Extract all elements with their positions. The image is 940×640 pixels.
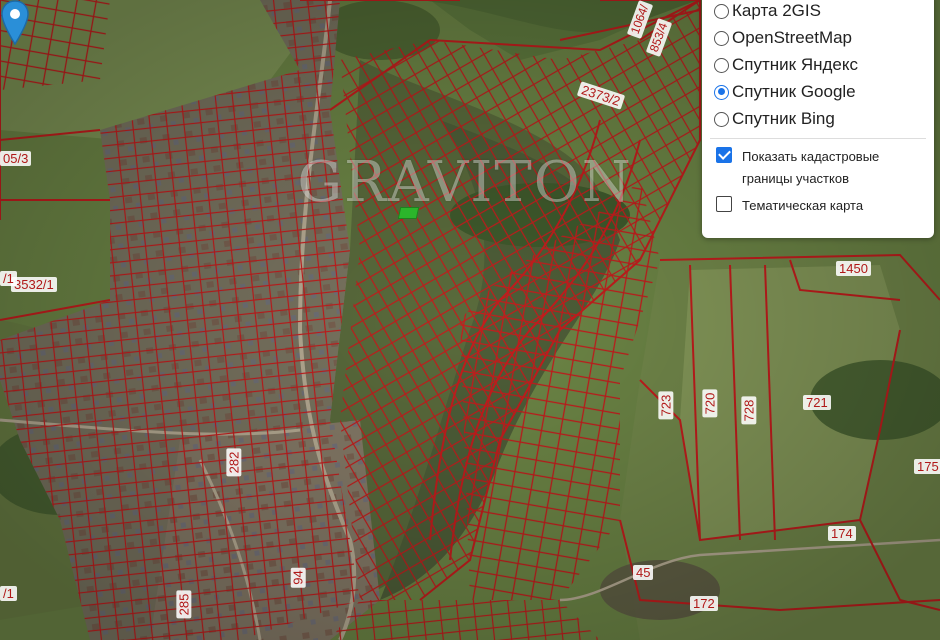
layer-option-2gis[interactable]: Карта 2GIS <box>714 0 821 23</box>
layer-option-osm[interactable]: OpenStreetMap <box>714 26 852 50</box>
overlay-thematic-map[interactable]: Тематическая карта <box>716 195 917 217</box>
plot-label[interactable]: 05/3 <box>0 151 32 166</box>
layer-label: Спутник Google <box>732 82 856 101</box>
layer-control-panel: Карта 2GIS OpenStreetMap Спутник Яндекс … <box>702 0 934 238</box>
radio-button[interactable] <box>714 111 729 127</box>
plot-label[interactable]: 174 <box>828 526 856 541</box>
plot-label[interactable]: 285 <box>176 590 192 619</box>
plot-label[interactable]: 3532/1 <box>11 277 57 292</box>
radio-button[interactable] <box>714 30 729 46</box>
plot-label[interactable]: /1 <box>0 586 17 601</box>
plot-label[interactable]: /1 <box>0 271 17 286</box>
plot-label[interactable]: 721 <box>803 395 831 410</box>
plot-label[interactable]: 175 <box>914 459 940 474</box>
radio-button-selected[interactable] <box>714 84 729 100</box>
plot-label[interactable]: 45 <box>633 565 654 580</box>
watermark-text: GRAVITON <box>297 150 633 215</box>
plot-label[interactable]: 172 <box>690 596 718 611</box>
plot-label[interactable]: 1450 <box>836 261 871 276</box>
layer-label: Карта 2GIS <box>732 1 821 20</box>
radio-button[interactable] <box>714 57 729 73</box>
location-pin-icon[interactable] <box>0 0 30 46</box>
plot-label[interactable]: 723 <box>658 391 674 420</box>
divider <box>710 138 926 139</box>
overlay-label: Показать кадастровые границы участков <box>742 149 880 186</box>
layer-option-yandex-satellite[interactable]: Спутник Яндекс <box>714 53 858 77</box>
selected-parcel-marker[interactable] <box>397 207 420 219</box>
plot-label[interactable]: 282 <box>226 448 242 477</box>
layer-option-google-satellite[interactable]: Спутник Google <box>714 80 856 104</box>
plot-label[interactable]: 728 <box>741 396 757 425</box>
layer-label: Спутник Bing <box>732 109 835 128</box>
radio-button[interactable] <box>714 3 729 19</box>
plot-label[interactable]: 94 <box>290 567 306 588</box>
checkbox[interactable] <box>716 196 732 212</box>
overlay-label: Тематическая карта <box>742 198 864 213</box>
checkbox-checked[interactable] <box>716 147 732 163</box>
layer-label: OpenStreetMap <box>732 28 853 47</box>
layer-option-bing-satellite[interactable]: Спутник Bing <box>714 107 835 131</box>
plot-label[interactable]: 720 <box>702 389 718 418</box>
overlay-cadastral-boundaries[interactable]: Показать кадастровые границы участков <box>716 146 917 190</box>
layer-label: Спутник Яндекс <box>732 55 858 74</box>
